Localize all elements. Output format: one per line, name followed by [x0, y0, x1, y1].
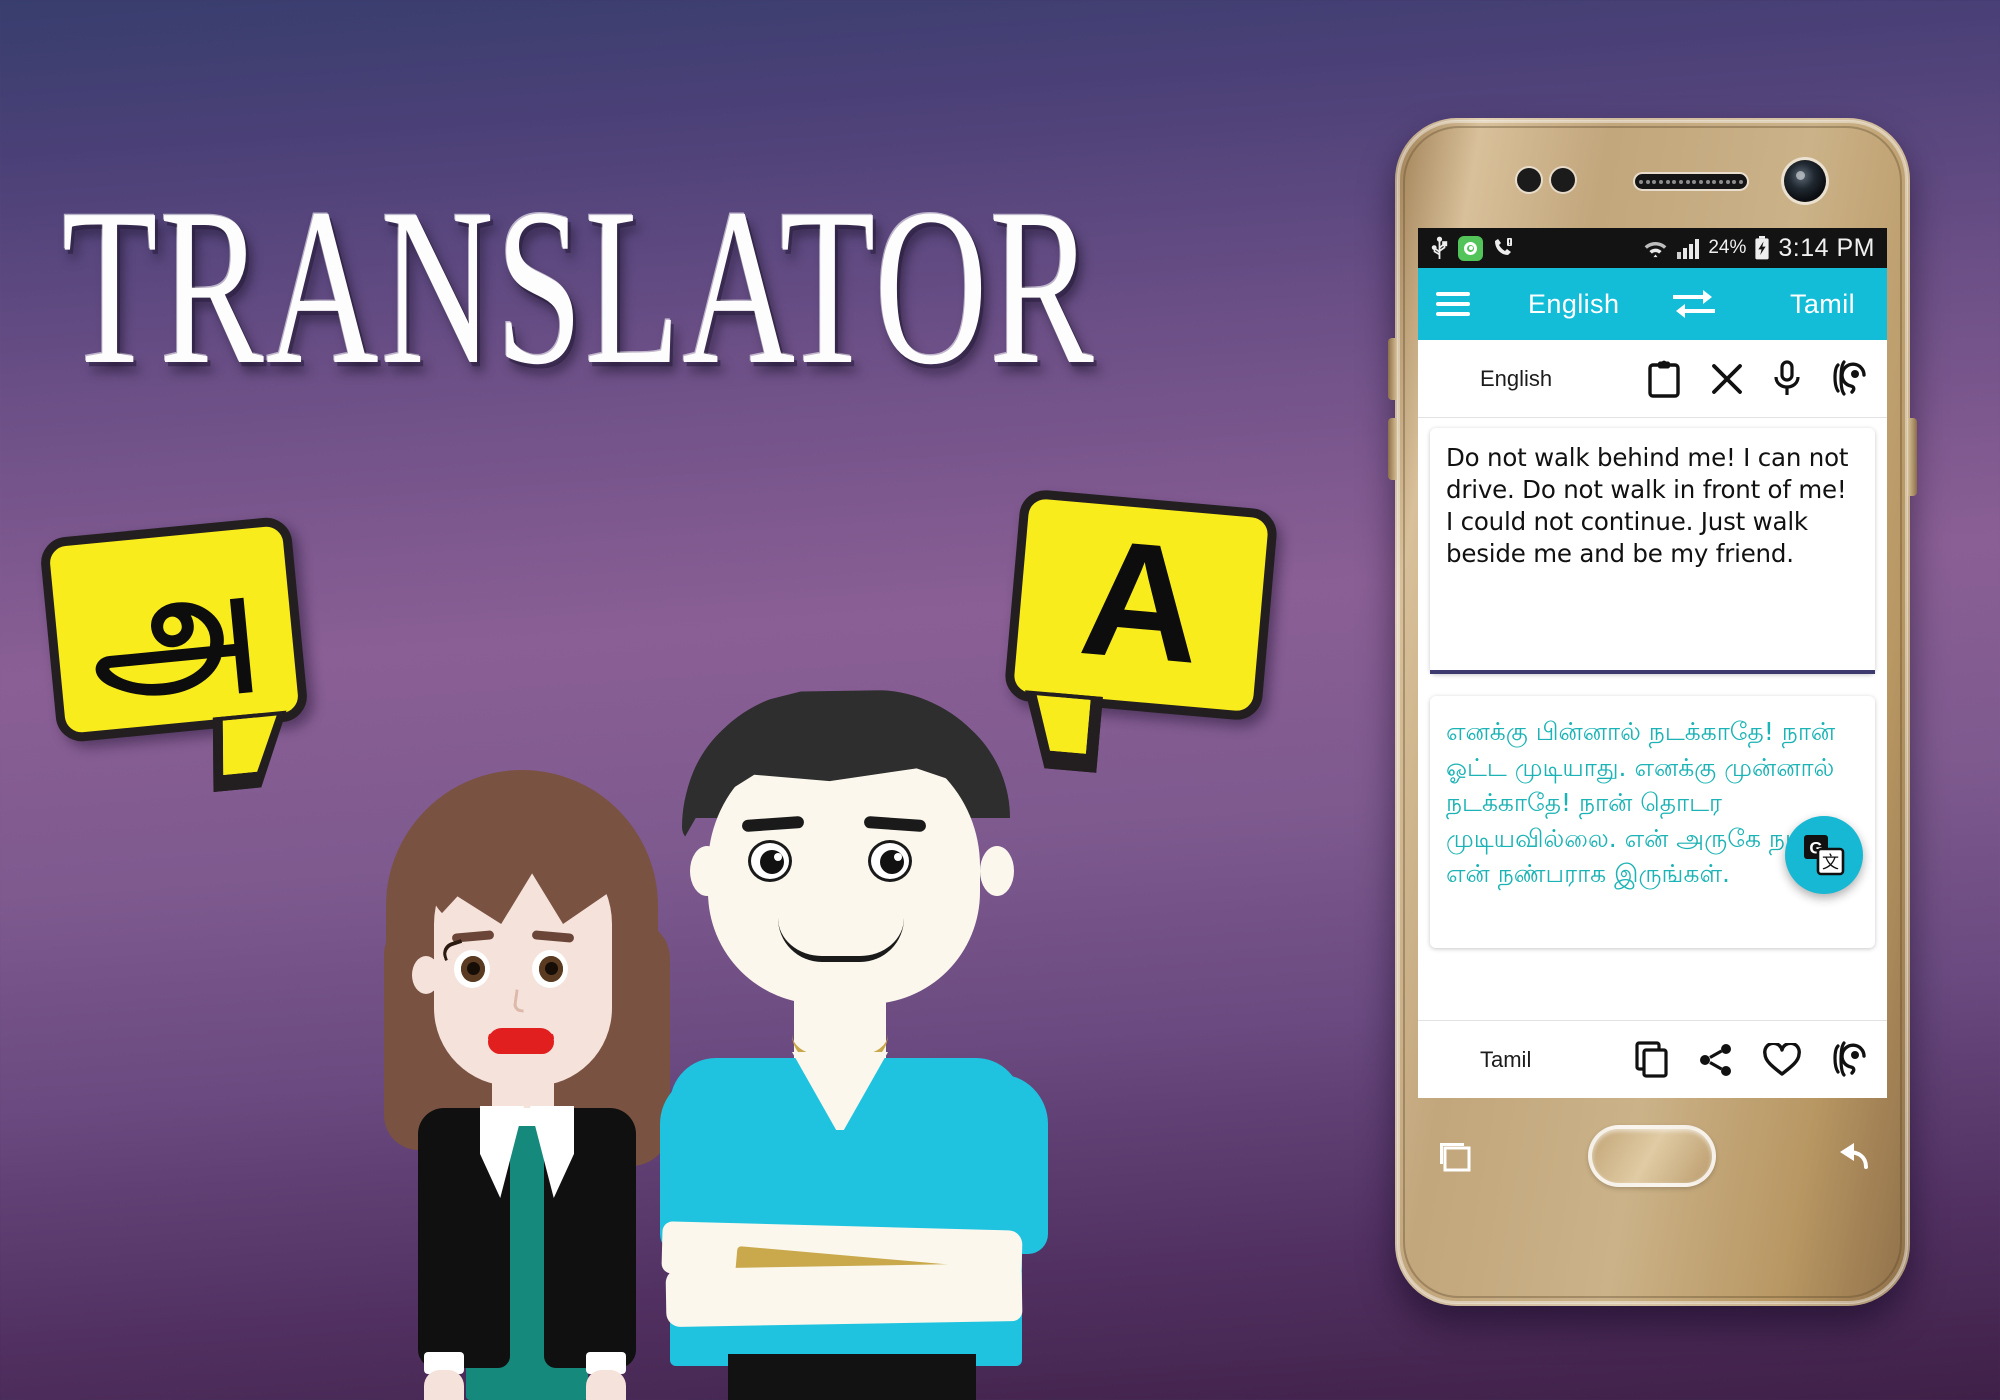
bubble-tail — [212, 710, 288, 792]
usb-icon — [1430, 236, 1449, 260]
favorite-heart-icon[interactable] — [1763, 1042, 1801, 1077]
man-character — [652, 690, 1052, 1400]
man-ear-right — [980, 846, 1014, 896]
home-button[interactable] — [1587, 1125, 1716, 1187]
woman-lips — [488, 1028, 554, 1054]
share-icon[interactable] — [1699, 1043, 1733, 1077]
status-bar: 24% 3:14 PM — [1418, 228, 1887, 268]
hardware-nav-bar — [1435, 1110, 1870, 1202]
listen-icon[interactable] — [1831, 359, 1867, 398]
source-text[interactable]: Do not walk behind me! I can not drive. … — [1446, 442, 1859, 569]
signal-icon — [1676, 238, 1700, 259]
tamil-letter-bubble: அ — [38, 515, 310, 792]
source-text-panel[interactable]: Do not walk behind me! I can not drive. … — [1430, 428, 1875, 674]
tamil-letter-glyph: அ — [82, 534, 265, 719]
battery-charging-icon — [1754, 236, 1770, 260]
source-toolbar: English — [1418, 340, 1887, 418]
source-language-selector[interactable]: English — [1528, 289, 1619, 320]
phone-mockup: 24% 3:14 PM English Tamil English Do not… — [1388, 118, 1917, 1306]
woman-hand-left — [424, 1370, 464, 1400]
missed-call-icon — [1492, 237, 1514, 259]
woman-character — [380, 770, 670, 1400]
svg-text:文: 文 — [1822, 853, 1839, 873]
character-illustrations — [380, 690, 1060, 1400]
latin-letter-glyph: A — [1074, 503, 1209, 698]
hamburger-menu-icon[interactable] — [1436, 292, 1470, 316]
listen-icon[interactable] — [1831, 1040, 1867, 1079]
status-bar-time: 3:14 PM — [1778, 233, 1875, 262]
recent-apps-icon[interactable] — [1435, 1138, 1475, 1174]
location-icon — [1458, 235, 1483, 261]
back-icon[interactable] — [1828, 1139, 1870, 1173]
paste-clipboard-icon[interactable] — [1647, 360, 1681, 398]
swap-languages-icon[interactable] — [1671, 288, 1717, 320]
volume-down-button[interactable] — [1388, 418, 1397, 480]
woman-eye-right — [532, 950, 568, 988]
app-bar: English Tamil — [1418, 268, 1887, 340]
latin-letter-bubble: A — [1003, 488, 1279, 773]
man-arm-lower — [665, 1262, 1023, 1328]
woman-eye-left — [454, 950, 490, 988]
man-trousers — [728, 1354, 976, 1400]
phone-screen: 24% 3:14 PM English Tamil English Do not… — [1418, 228, 1887, 1098]
earpiece-speaker — [1635, 174, 1747, 189]
woman-hand-right — [586, 1370, 626, 1400]
volume-up-button[interactable] — [1388, 338, 1397, 400]
target-toolbar: Tamil — [1418, 1020, 1887, 1098]
man-eye-left — [748, 840, 792, 882]
clear-text-icon[interactable] — [1711, 363, 1743, 395]
microphone-icon[interactable] — [1773, 359, 1801, 398]
man-eye-right — [868, 840, 912, 882]
page-title: TRANSLATOR — [62, 163, 1096, 412]
power-button[interactable] — [1908, 418, 1917, 496]
google-translate-icon: G 文 — [1804, 835, 1845, 876]
battery-percent: 24% — [1708, 237, 1747, 258]
proximity-sensors — [1517, 168, 1575, 192]
source-input-underline — [1430, 670, 1875, 674]
front-camera — [1784, 160, 1826, 202]
target-toolbar-label: Tamil — [1480, 1046, 1532, 1072]
source-toolbar-label: English — [1480, 365, 1553, 391]
target-language-selector[interactable]: Tamil — [1790, 289, 1855, 320]
copy-icon[interactable] — [1635, 1040, 1669, 1079]
wifi-icon — [1643, 237, 1668, 260]
translate-button[interactable]: G 文 — [1785, 816, 1863, 894]
